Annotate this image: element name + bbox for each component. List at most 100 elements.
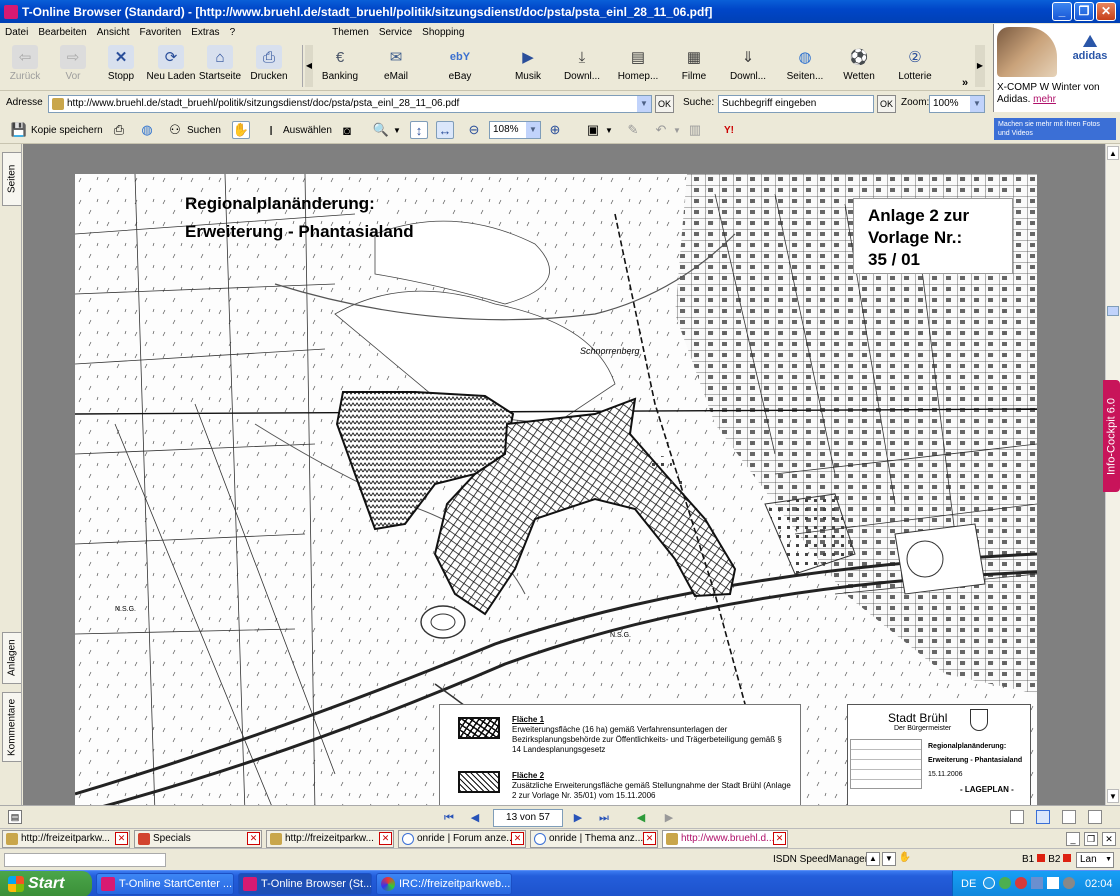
download-button[interactable]: ⤓ Downl... (560, 45, 604, 91)
pdf-document-view[interactable]: Regionalplanänderung: Erweiterung - Phan… (23, 144, 1105, 805)
pdf-search-button[interactable]: ⚇ Suchen (166, 120, 221, 140)
history-forward-button[interactable]: ▶ (660, 810, 678, 826)
taskbar-browser[interactable]: T-Online Browser (St... (238, 873, 372, 895)
browser-tab-6-active[interactable]: http://www.bruehl.d... ✕ (662, 830, 788, 848)
zoom-out-button[interactable]: ⊖ (465, 120, 483, 140)
start-button[interactable]: Start (0, 871, 92, 896)
browser-tab-5[interactable]: onride | Thema anz... ✕ (530, 830, 658, 848)
betting-button[interactable]: ⚽ Wetten (840, 45, 878, 91)
speed-up-icon[interactable]: ▲ (866, 852, 880, 866)
hand-cursor-icon[interactable]: ✋ (898, 852, 912, 866)
menu-help[interactable]: ? (230, 27, 236, 38)
pages-panel-button[interactable]: ▥ (686, 120, 704, 140)
tab-close-icon[interactable]: ✕ (511, 832, 524, 845)
tray-red-icon[interactable] (1015, 877, 1027, 889)
save-copy-button[interactable]: 💾 Kopie speichern (10, 120, 103, 140)
pdf-print-button[interactable]: ⎙ (110, 120, 128, 140)
toolbar-more-icon[interactable]: » (962, 77, 968, 89)
menu-shopping[interactable]: Shopping (422, 27, 464, 38)
films-button[interactable]: ▦ Filme (676, 45, 712, 91)
close-button[interactable]: ✕ (1096, 2, 1116, 21)
first-page-button[interactable]: ⏮ (440, 810, 458, 826)
zoom-tool-button[interactable]: 🔍 ▼ (372, 120, 401, 140)
hand-tool-button[interactable]: ✋ (232, 120, 250, 140)
tab-comments[interactable]: Kommentare (2, 692, 21, 762)
scroll-thumb[interactable] (1107, 306, 1119, 316)
fit-height-button[interactable]: ↕ (410, 120, 428, 140)
prev-page-button[interactable]: ◀ (466, 810, 484, 826)
last-page-button[interactable]: ⏭ (595, 810, 613, 826)
banking-button[interactable]: € Banking (318, 45, 362, 91)
scroll-up-icon[interactable]: ▲ (1107, 146, 1119, 160)
menu-ansicht[interactable]: Ansicht (97, 27, 130, 38)
sign-button[interactable]: ✎ (624, 120, 642, 140)
tray-network-icon[interactable] (983, 877, 995, 889)
reload-button[interactable]: ⟳ Neu Laden (146, 45, 196, 91)
select-tool-button[interactable]: I Auswählen (262, 120, 332, 140)
continuous-facing-view-icon[interactable] (1088, 810, 1102, 824)
home-button[interactable]: ⌂ Startseite (198, 45, 242, 91)
menu-datei[interactable]: Datei (5, 27, 28, 38)
taskbar-startcenter[interactable]: T-Online StartCenter ... (96, 873, 234, 895)
tab-close-icon[interactable]: ✕ (247, 832, 260, 845)
fit-width-button[interactable]: ↔ (436, 120, 454, 140)
lottery-button[interactable]: ② Lotterie (894, 45, 936, 91)
continuous-view-icon[interactable] (1036, 810, 1050, 824)
browser-tab-4[interactable]: onride | Forum anze... ✕ (398, 830, 526, 848)
menu-favoriten[interactable]: Favoriten (140, 27, 182, 38)
browser-tab-3[interactable]: http://freizeitparkw... ✕ (266, 830, 394, 848)
history-back-button[interactable]: ◀ (632, 810, 650, 826)
taskbar-irc[interactable]: IRC://freizeitparkweb... (376, 873, 512, 895)
menu-themen[interactable]: Themen (332, 27, 369, 38)
toolbar-scroll-right[interactable]: ▶ (975, 45, 985, 87)
restore-button[interactable]: ❐ (1074, 2, 1094, 21)
tray-green-icon[interactable] (999, 877, 1011, 889)
zoom-select[interactable]: 100% ▼ (929, 95, 985, 113)
print-button[interactable]: ⎙ Drucken (248, 45, 290, 91)
tray-white-icon[interactable] (1047, 877, 1059, 889)
download2-button[interactable]: ⇓ Downl... (726, 45, 770, 91)
lan-select[interactable]: Lan ▼ (1076, 852, 1114, 868)
ad-more-link[interactable]: mehr (1033, 94, 1056, 105)
address-input[interactable]: http://www.bruehl.de/stadt_bruehl/politi… (48, 95, 652, 113)
ebay-button[interactable]: ebY eBay (440, 45, 480, 91)
adidas-ad[interactable]: ⛰ adidas X-COMP W Winter von Adidas. meh… (993, 24, 1120, 112)
language-indicator[interactable]: DE (961, 878, 976, 890)
window-title-bar[interactable]: T-Online Browser (Standard) - [http://ww… (0, 0, 1120, 23)
pdf-zoom-select[interactable]: 108% ▼ (489, 121, 541, 139)
tab-attachments[interactable]: Anlagen (2, 632, 21, 684)
photo-promo-banner[interactable]: Machen sie mehr mit ihren Fotos und Vide… (994, 118, 1116, 140)
email-button[interactable]: ✉ eMail (376, 45, 416, 91)
pdf-email-button[interactable]: ◍ (138, 120, 156, 140)
menu-service[interactable]: Service (379, 27, 412, 38)
yahoo-button[interactable]: Y! (720, 120, 738, 140)
single-page-view-icon[interactable] (1010, 810, 1024, 824)
panel-toggle-icon[interactable]: ▤ (8, 810, 22, 824)
snapshot-button[interactable]: ◙ (338, 120, 356, 140)
pdf-zoom-dropdown-icon[interactable]: ▼ (526, 122, 540, 138)
tray-blue-icon[interactable] (1031, 877, 1043, 889)
tab-close-icon[interactable]: ✕ (773, 832, 786, 845)
tab-minimize-icon[interactable]: _ (1066, 832, 1080, 846)
clock[interactable]: 02:04 (1085, 878, 1113, 890)
tab-close-icon[interactable]: ✕ (643, 832, 656, 845)
homepage-button[interactable]: ▤ Homep... (615, 45, 661, 91)
forward-button[interactable]: ⇨ Vor (56, 45, 90, 91)
minimize-button[interactable]: _ (1052, 2, 1072, 21)
page-layout-button[interactable]: ▣ ▼ (584, 120, 613, 140)
browser-tab-1[interactable]: http://freizeitparkw... ✕ (2, 830, 130, 848)
toolbar-scroll-left[interactable]: ◀ (305, 45, 313, 87)
speed-down-icon[interactable]: ▼ (882, 852, 896, 866)
scroll-down-icon[interactable]: ▼ (1107, 789, 1119, 803)
rotate-button[interactable]: ↶ ▼ (652, 120, 681, 140)
tab-close-icon[interactable]: ✕ (379, 832, 392, 845)
address-dropdown-icon[interactable]: ▼ (637, 96, 651, 112)
zoom-dropdown-icon[interactable]: ▼ (970, 96, 984, 112)
tab-restore-icon[interactable]: ❐ (1084, 832, 1098, 846)
menu-bearbeiten[interactable]: Bearbeiten (38, 27, 86, 38)
menu-extras[interactable]: Extras (191, 27, 219, 38)
music-button[interactable]: ▶ Musik (510, 45, 546, 91)
address-ok-button[interactable]: OK (655, 95, 674, 113)
tab-close-all-icon[interactable]: ✕ (1102, 832, 1116, 846)
browser-tab-2[interactable]: Specials ✕ (134, 830, 262, 848)
